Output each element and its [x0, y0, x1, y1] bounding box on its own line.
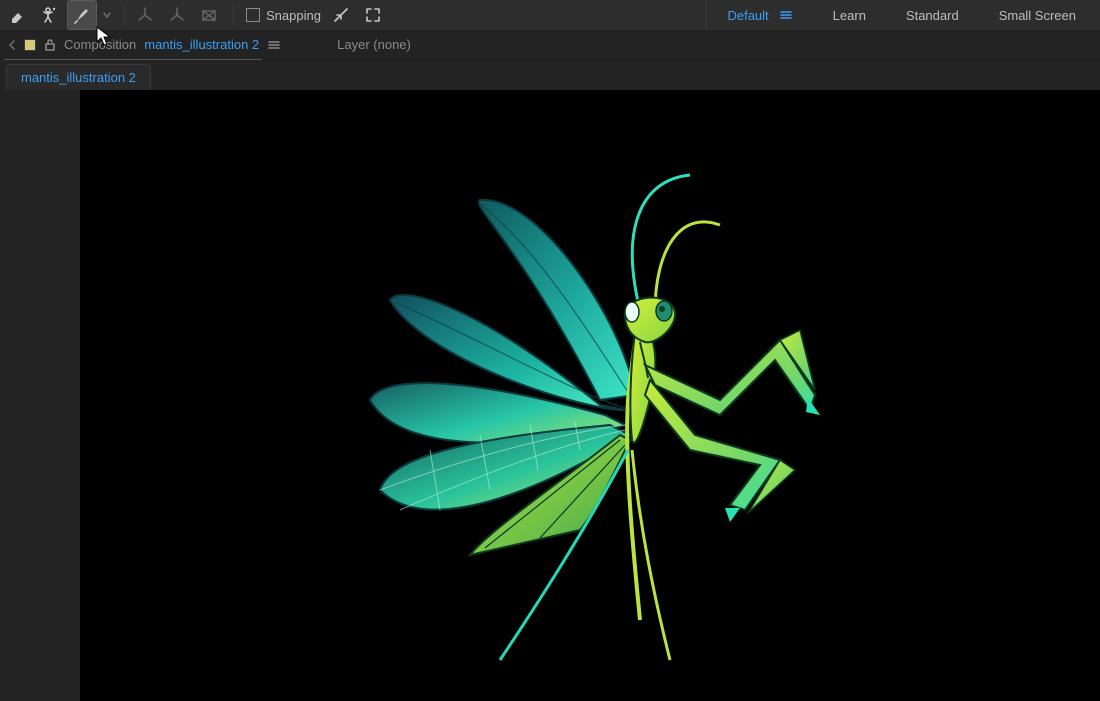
composition-tab-label: mantis_illustration 2 [21, 70, 136, 85]
layer-panel-label[interactable]: Layer (none) [337, 37, 411, 52]
puppet-pin-tool[interactable] [36, 1, 64, 29]
world-axis-tool[interactable] [163, 1, 191, 29]
snapping-label: Snapping [266, 8, 321, 23]
top-toolbar: Snapping Default Learn Standard Small Sc… [0, 0, 1100, 30]
workspace-menu-icon [779, 8, 793, 22]
composition-color-swatch[interactable] [24, 39, 36, 51]
panel-breadcrumb: Composition mantis_illustration 2 Layer … [0, 30, 1100, 60]
composition-tab-row: mantis_illustration 2 [0, 60, 1100, 90]
composition-static-label: Composition [64, 37, 136, 52]
snap-expand-tool[interactable] [359, 1, 387, 29]
crumb-arrow-icon [8, 39, 16, 51]
snap-collapse-tool[interactable] [327, 1, 355, 29]
left-gutter [0, 90, 80, 701]
local-axis-tool[interactable] [131, 1, 159, 29]
workspace-default-label: Default [727, 8, 768, 23]
composition-tab[interactable]: mantis_illustration 2 [6, 64, 151, 90]
panel-menu-icon[interactable] [267, 38, 281, 52]
workspace-standard-label: Standard [906, 8, 959, 23]
workspace-small-label: Small Screen [999, 8, 1076, 23]
tool-dropdown[interactable] [100, 1, 114, 29]
toolbar-separator [124, 5, 125, 25]
view-axis-tool[interactable] [195, 1, 223, 29]
composition-name-link[interactable]: mantis_illustration 2 [144, 37, 259, 52]
canvas-area [80, 90, 1100, 701]
tool-group-3d [131, 0, 227, 30]
workspace-learn[interactable]: Learn [813, 0, 886, 30]
snapping-toggle[interactable]: Snapping [246, 8, 321, 23]
lock-icon[interactable] [44, 38, 56, 52]
toolbar-separator-2 [233, 5, 234, 25]
editor-area [0, 90, 1100, 701]
tool-group-main [4, 0, 118, 30]
app-root: Snapping Default Learn Standard Small Sc… [0, 0, 1100, 701]
pin-tool-active[interactable] [68, 1, 96, 29]
eraser-tool[interactable] [4, 1, 32, 29]
workspace-standard[interactable]: Standard [886, 0, 979, 30]
workspace-small-screen[interactable]: Small Screen [979, 0, 1096, 30]
workspace-learn-label: Learn [833, 8, 866, 23]
workspace-default[interactable]: Default [707, 0, 812, 30]
mantis-illustration [80, 90, 1100, 701]
snapping-checkbox[interactable] [246, 8, 260, 22]
composition-canvas[interactable] [80, 90, 1100, 701]
